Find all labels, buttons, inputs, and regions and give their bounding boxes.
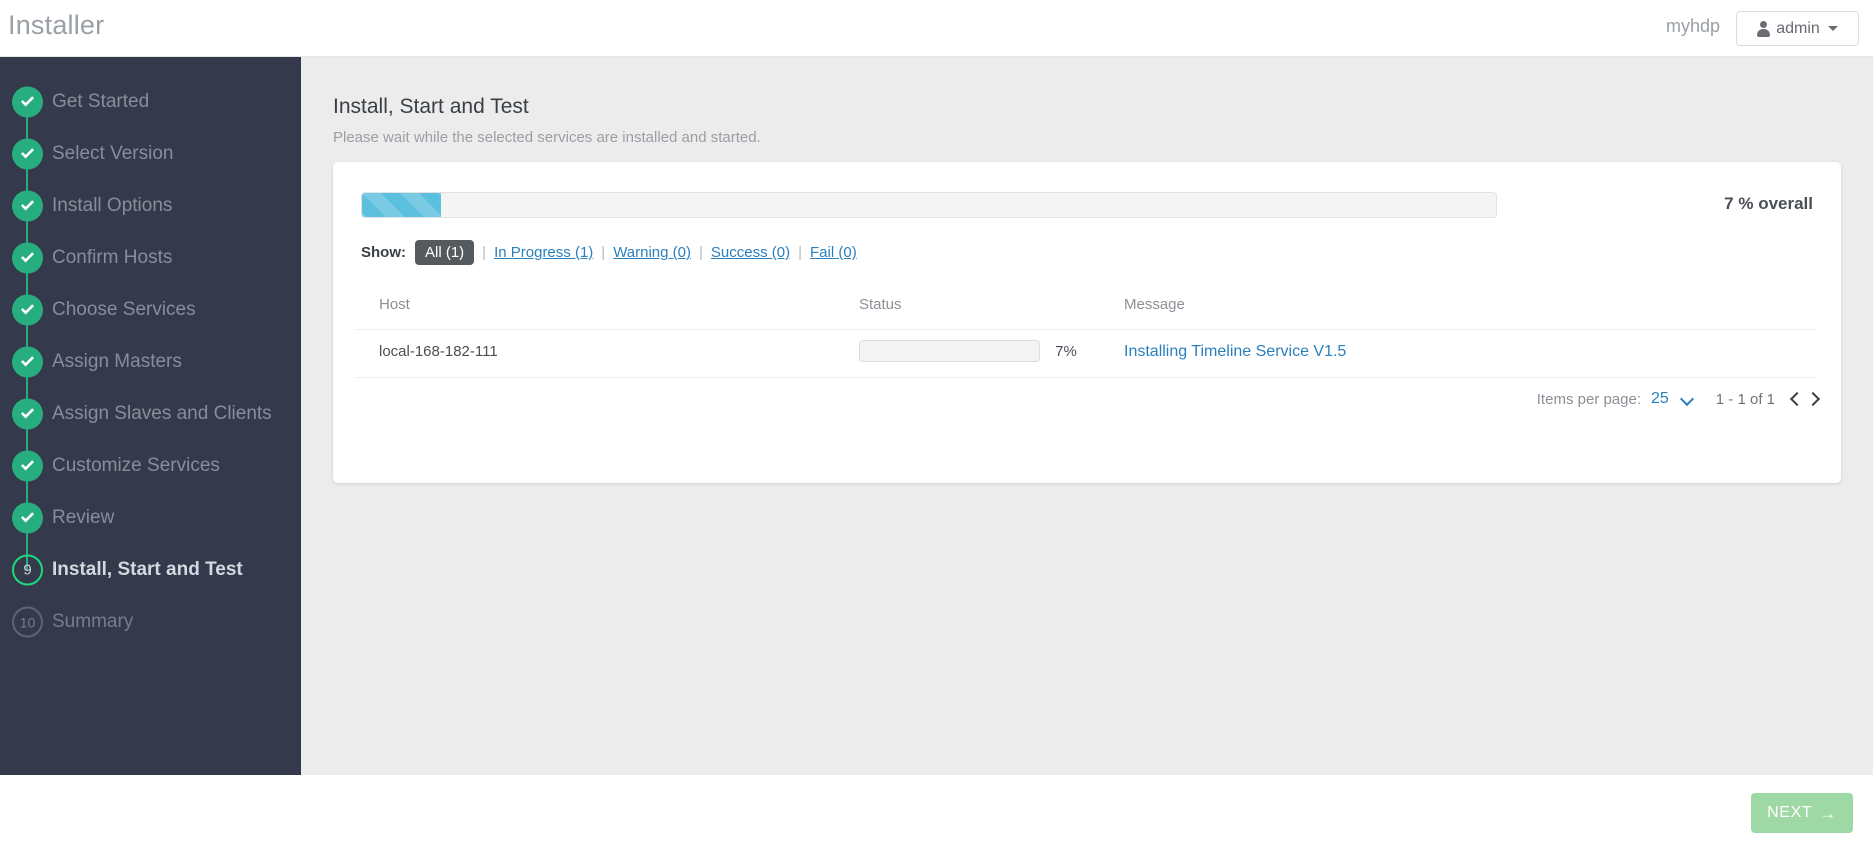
- page-subtitle: Please wait while the selected services …: [333, 129, 761, 146]
- sidebar-item-summary[interactable]: 10 Summary: [0, 591, 301, 653]
- row-progress-label: 7%: [1055, 342, 1077, 360]
- column-header-host: Host: [379, 296, 410, 313]
- sidebar-item-label: Get Started: [52, 91, 150, 112]
- overall-progress-label: 7 % overall: [1724, 194, 1813, 213]
- sidebar-item-label: Customize Services: [52, 455, 220, 476]
- chevron-down-icon[interactable]: [1682, 393, 1694, 405]
- paginator: Items per page: 25 1 - 1 of 1: [1537, 390, 1819, 408]
- sidebar-item-label: Summary: [52, 611, 134, 632]
- user-menu-label: admin: [1776, 19, 1820, 37]
- step-number: 9: [23, 561, 32, 579]
- installer-page: Installer myhdp admin Get Started Select…: [0, 0, 1873, 850]
- footer-bar: NEXT →: [0, 775, 1873, 850]
- sidebar-item-label: Assign Masters: [52, 351, 182, 372]
- main-content: Install, Start and Test Please wait whil…: [301, 57, 1873, 775]
- filter-warning[interactable]: Warning (0): [613, 244, 691, 261]
- items-per-page-label: Items per page:: [1536, 390, 1641, 408]
- next-button[interactable]: NEXT →: [1751, 793, 1853, 833]
- cell-message: Installing Timeline Service V1.5: [1124, 343, 1346, 361]
- person-icon: [1757, 20, 1771, 37]
- top-header-bar: Installer myhdp admin: [0, 0, 1873, 57]
- items-per-page-value[interactable]: 25: [1651, 390, 1669, 408]
- step-check-icon: [12, 138, 43, 170]
- table-row: local-168-182-111 7% Installing Timeline…: [355, 330, 1817, 378]
- step-number: 10: [19, 614, 36, 630]
- sidebar-item-label: Choose Services: [52, 299, 196, 320]
- filter-separator: |: [699, 244, 703, 261]
- install-progress-card: 7 % overall Show: All (1) | In Progress …: [333, 162, 1841, 483]
- show-label: Show:: [361, 244, 406, 261]
- overall-progress-bar: [361, 192, 1497, 218]
- filter-separator: |: [482, 244, 487, 261]
- row-progress-bar: [859, 340, 1040, 362]
- sidebar-item-label: Select Version: [52, 143, 174, 164]
- step-check-icon: [12, 86, 43, 118]
- overall-progress-fill: [362, 193, 442, 217]
- overall-progress-row: 7 % overall: [361, 192, 1813, 220]
- user-menu-button[interactable]: admin: [1736, 11, 1859, 46]
- pagination-range: 1 - 1 of 1: [1715, 390, 1775, 408]
- filter-in-progress[interactable]: In Progress (1): [494, 244, 593, 261]
- next-button-label: NEXT: [1767, 804, 1813, 821]
- column-header-message: Message: [1124, 296, 1185, 313]
- sidebar-item-label: Install Options: [52, 195, 173, 216]
- filter-success[interactable]: Success (0): [711, 244, 790, 261]
- filter-all[interactable]: All (1): [415, 240, 475, 265]
- step-number-badge: 10: [12, 606, 43, 638]
- column-header-status: Status: [859, 296, 902, 313]
- sidebar-item-label: Confirm Hosts: [52, 247, 173, 268]
- step-check-icon: [12, 502, 43, 534]
- step-number-badge: 9: [12, 554, 43, 586]
- wizard-sidebar: Get Started Select Version Install Optio…: [0, 57, 301, 775]
- sidebar-item-label: Review: [52, 507, 115, 528]
- page-title: Install, Start and Test: [333, 95, 529, 118]
- filter-fail[interactable]: Fail (0): [810, 244, 857, 261]
- cell-status: 7%: [859, 340, 1077, 362]
- step-check-icon: [12, 450, 43, 482]
- sidebar-item-label: Assign Slaves and Clients: [52, 403, 272, 424]
- step-check-icon: [12, 346, 43, 378]
- pagination-nav: [1791, 391, 1819, 407]
- cell-host: local-168-182-111: [379, 343, 498, 360]
- step-check-icon: [12, 294, 43, 326]
- cluster-name: myhdp: [1665, 16, 1720, 36]
- chevron-right-icon[interactable]: [1808, 391, 1819, 407]
- app-title: Installer: [8, 10, 105, 40]
- step-check-icon: [12, 242, 43, 274]
- chevron-left-icon[interactable]: [1791, 391, 1802, 407]
- sidebar-item-label: Install, Start and Test: [52, 559, 243, 580]
- step-check-icon: [12, 190, 43, 222]
- filter-separator: |: [601, 244, 606, 261]
- step-check-icon: [12, 398, 43, 430]
- message-link[interactable]: Installing Timeline Service V1.5: [1124, 343, 1346, 360]
- status-filter-bar: Show: All (1) | In Progress (1) | Warnin…: [361, 240, 857, 265]
- arrow-right-icon: →: [1819, 803, 1837, 823]
- filter-separator: |: [798, 244, 803, 261]
- caret-down-icon: [1827, 26, 1838, 31]
- table-header: Host Status Message: [355, 290, 1817, 330]
